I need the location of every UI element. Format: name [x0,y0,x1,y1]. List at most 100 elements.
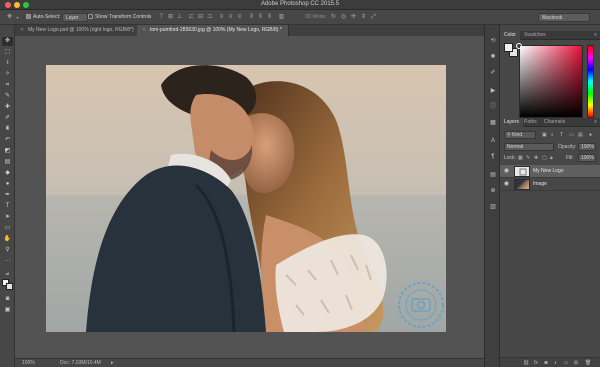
color-picker-ring[interactable] [516,43,522,49]
3d-scale-icon[interactable]: ⤢ [370,14,377,21]
status-menu-arrow-icon[interactable]: ▸ [111,360,114,366]
tab-tom-pumford[interactable]: ✕ tom-pumford-285630.jpg @ 100% (My New … [137,25,289,36]
layer-style-icon[interactable]: fx [532,359,540,367]
foreground-swatch[interactable] [504,43,513,52]
type-tool-icon[interactable]: T [2,202,13,211]
lock-artboard-icon[interactable]: ▢ [542,154,547,162]
lock-all-icon[interactable]: 🔒︎ [550,154,553,162]
gradient-tool-icon[interactable]: ▤ [2,158,13,167]
3d-slide-icon[interactable]: ⇕ [360,14,367,21]
history-brush-tool-icon[interactable]: ↶ [2,136,13,145]
swap-colors-icon[interactable]: ⇄ [2,269,13,278]
align-left-icon[interactable]: ⊏ [188,14,195,21]
hue-slider[interactable] [587,45,594,118]
transform-controls-checkbox[interactable]: Show Transform Controls [88,13,151,22]
new-group-icon[interactable]: ▭ [562,359,570,367]
distribute-bottom-icon[interactable]: ≡ [236,14,243,21]
chevron-down-icon[interactable]: ▾ [14,14,21,21]
dodge-tool-icon[interactable]: ● [2,180,13,189]
screen-mode-icon[interactable]: ▣ [2,306,13,315]
move-tool-icon[interactable]: ✥ [6,14,13,21]
opacity-input[interactable]: 100% [578,143,596,151]
layer-name[interactable]: My New Logo [533,168,564,175]
healing-brush-tool-icon[interactable]: ✚ [2,103,13,112]
distribute-right-icon[interactable]: ⫴ [266,14,273,21]
tab-paths[interactable]: Paths [520,118,541,127]
align-top-icon[interactable]: ⊤ [158,14,165,21]
workspace-dropdown[interactable]: Macbook [538,13,590,22]
panel-menu-icon[interactable]: ≡ [594,31,597,40]
auto-select-dropdown[interactable]: Layer [62,13,88,22]
close-icon[interactable]: ✕ [142,25,146,36]
filter-shape-icon[interactable]: ▭ [569,131,574,139]
actions-icon[interactable]: ▶ [488,87,498,96]
filter-smart-object-icon[interactable]: ▤ [578,131,583,139]
zoom-tool-icon[interactable]: ⚲ [2,246,13,255]
filter-toggle-icon[interactable]: ● [589,131,592,139]
align-center-icon[interactable]: ⊟ [197,14,204,21]
eye-icon[interactable]: ◉ [503,168,510,175]
distribute-top-icon[interactable]: ≡ [218,14,225,21]
auto-align-icon[interactable]: ▥ [278,14,285,21]
marquee-tool-icon[interactable]: ⬚ [2,48,13,57]
pen-tool-icon[interactable]: ✒ [2,191,13,200]
tab-my-new-logo[interactable]: ✕ My New Logo.psd @ 100% (right logo, RG… [15,25,141,36]
eyedropper-tool-icon[interactable]: ✎ [2,92,13,101]
brush-presets-icon[interactable]: ✐ [488,69,498,78]
add-mask-icon[interactable]: ◙ [542,359,550,367]
properties-icon[interactable]: ▦ [488,119,498,128]
lock-pixels-icon[interactable]: ✎ [526,154,530,162]
layer-row-my-new-logo[interactable]: ◉ My New Logo [500,165,600,178]
link-layers-icon[interactable]: ⛓ [522,359,530,367]
auto-select-checkbox[interactable]: Auto-Select: [26,13,60,22]
navigator-icon[interactable]: ⊕ [488,187,498,196]
adjustments-icon[interactable]: ✺ [488,53,498,62]
clone-stamp-tool-icon[interactable]: ♜ [2,125,13,134]
canvas-area[interactable] [15,36,484,358]
3d-rotate-icon[interactable]: ↻ [330,14,337,21]
shape-tool-icon[interactable]: ▭ [2,224,13,233]
doc-size[interactable]: Doc: 7.03M/10.4M [60,360,101,366]
more-tools-icon[interactable]: ··· [2,257,13,266]
distribute-left-icon[interactable]: ⫴ [248,14,255,21]
blend-mode-dropdown[interactable]: Normal [504,143,554,151]
eye-icon[interactable]: ◉ [503,181,510,188]
kind-filter-dropdown[interactable]: ⚲ Kind [504,131,536,139]
distribute-center-icon[interactable]: ⫴ [257,14,264,21]
saturation-field[interactable] [519,45,583,118]
info-icon[interactable]: ⓘ [488,103,498,112]
3d-pan-icon[interactable]: ✣ [350,14,357,21]
filter-adjustment-icon[interactable]: ◐ [551,131,554,139]
quick-mask-icon[interactable]: ◙ [2,295,13,304]
3d-roll-icon[interactable]: ◎ [340,14,347,21]
path-selection-tool-icon[interactable]: ➤ [2,213,13,222]
filter-pixel-icon[interactable]: ▣ [542,131,547,139]
crop-tool-icon[interactable]: ⌗ [2,81,13,90]
layer-row-image[interactable]: ◉ Image [500,178,600,191]
brush-tool-icon[interactable]: ✐ [2,114,13,123]
history-icon[interactable]: ⟲ [488,37,498,46]
zoom-level[interactable]: 100% [22,360,35,366]
histogram-icon[interactable]: ▥ [488,203,498,212]
move-tool-icon[interactable]: ✥ [2,37,13,46]
lock-transparent-icon[interactable]: ▦ [518,154,523,162]
hand-tool-icon[interactable]: ✋ [2,235,13,244]
new-layer-icon[interactable]: ⊞ [572,359,580,367]
fill-input[interactable]: 100% [578,154,596,162]
align-bottom-icon[interactable]: ⊥ [176,14,183,21]
panel-menu-icon[interactable]: ≡ [594,118,597,127]
eraser-tool-icon[interactable]: ◩ [2,147,13,156]
photo-canvas[interactable] [46,65,446,332]
tab-swatches[interactable]: Swatches [520,31,550,40]
trash-icon[interactable]: 🗑︎ [584,359,592,367]
blur-tool-icon[interactable]: ◆ [2,169,13,178]
character-icon[interactable]: A [488,137,498,146]
align-right-icon[interactable]: ⊐ [206,14,213,21]
align-middle-icon[interactable]: ⊞ [167,14,174,21]
background-color-swatch[interactable] [6,283,13,290]
layer-name[interactable]: Image [533,181,547,188]
paragraph-icon[interactable]: ¶ [488,153,498,162]
lock-position-icon[interactable]: ✥ [534,154,538,162]
filter-type-icon[interactable]: T [560,131,563,139]
libraries-icon[interactable]: ▤ [488,171,498,180]
